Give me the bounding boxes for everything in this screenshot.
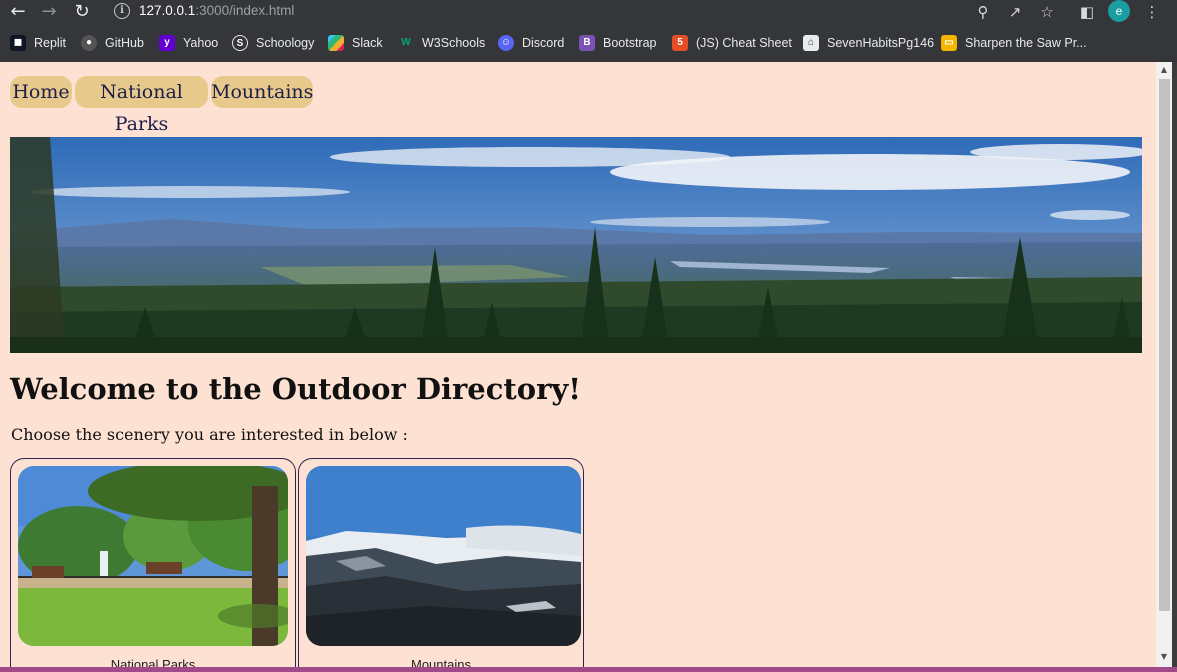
desktop-edge: [0, 667, 1177, 672]
site-info-icon[interactable]: i: [114, 3, 130, 19]
url-text[interactable]: 127.0.0.1:3000/index.html: [139, 3, 294, 18]
page-viewport: Home National Parks Mountains Welcome to…: [0, 62, 1156, 667]
scroll-thumb[interactable]: [1159, 79, 1170, 611]
bookmark-replit[interactable]: ◼ Replit: [10, 34, 66, 52]
bookmark-label: Yahoo: [183, 36, 219, 50]
intro-text: Choose the scenery you are interested in…: [11, 425, 408, 444]
nav-home-button[interactable]: Home: [10, 76, 72, 108]
bookmark-label: Slack: [352, 36, 383, 50]
bookmark-label: Replit: [34, 36, 66, 50]
bookmark-discord[interactable]: ☺ Discord: [498, 34, 564, 52]
scroll-up-arrow-icon[interactable]: ▲: [1160, 66, 1168, 74]
bookmark-sevenhabits[interactable]: ⌂ SevenHabitsPg146: [803, 34, 934, 52]
side-panel-icon[interactable]: ◧: [1076, 2, 1098, 22]
html5-icon: 5: [672, 35, 688, 51]
bookmark-label: (JS) Cheat Sheet: [696, 36, 792, 50]
page-title: Welcome to the Outdoor Directory!: [10, 372, 581, 406]
bookmark-slack[interactable]: Slack: [328, 34, 383, 52]
bookmark-js-cheat-sheet[interactable]: 5 (JS) Cheat Sheet: [672, 34, 792, 52]
window-edge: [1172, 62, 1177, 672]
card-label-mountains: Mountains: [411, 657, 471, 667]
bookmark-label: SevenHabitsPg146: [827, 36, 935, 50]
nav-mountains-button[interactable]: Mountains: [211, 76, 313, 108]
bookmark-label: Sharpen the Saw Pr...: [965, 36, 1087, 50]
bookmark-yahoo[interactable]: y Yahoo: [159, 34, 218, 52]
card-mountains[interactable]: Mountains: [298, 458, 584, 667]
bookmark-label: Schoology: [256, 36, 315, 50]
forward-arrow-icon[interactable]: →: [38, 2, 60, 22]
bookmarks-bar: ◼ Replit ● GitHub y Yahoo S Schoology Slack …: [0, 25, 1177, 62]
park-image: [18, 466, 288, 646]
slack-icon: [328, 35, 344, 51]
bookmark-label: W3Schools: [422, 36, 486, 50]
bookmark-schoology[interactable]: S Schoology: [232, 34, 314, 52]
bookmark-w3schools[interactable]: W W3Schools: [398, 34, 485, 52]
page-scrollbar[interactable]: ▲ ▼: [1156, 62, 1172, 667]
card-national-parks[interactable]: National Parks: [10, 458, 296, 667]
schoology-icon: S: [232, 35, 248, 51]
url-path: :3000/index.html: [195, 3, 295, 18]
browser-toolbar: ← → ↻ i 127.0.0.1:3000/index.html ⚲ ↗ ☆ …: [0, 0, 1177, 25]
url-host: 127.0.0.1: [139, 3, 196, 18]
address-bar[interactable]: i 127.0.0.1:3000/index.html: [104, 0, 1154, 24]
bootstrap-icon: B: [579, 35, 595, 51]
scroll-down-arrow-icon[interactable]: ▼: [1160, 653, 1168, 661]
bookmark-star-icon[interactable]: ☆: [1036, 2, 1058, 22]
bookmark-sharpen-the-saw[interactable]: ▭ Sharpen the Saw Pr...: [941, 34, 1087, 52]
reload-icon[interactable]: ↻: [71, 2, 93, 22]
back-arrow-icon[interactable]: ←: [7, 2, 29, 22]
bookmark-label: GitHub: [105, 36, 144, 50]
zoom-icon[interactable]: ⚲: [972, 2, 994, 22]
library-icon: ⌂: [803, 35, 819, 51]
yahoo-icon: y: [159, 35, 175, 51]
discord-icon: ☺: [498, 35, 514, 51]
menu-kebab-icon[interactable]: ⋮: [1141, 2, 1163, 22]
github-icon: ●: [81, 35, 97, 51]
card-label-national-parks: National Parks: [110, 657, 196, 667]
bookmark-github[interactable]: ● GitHub: [81, 34, 144, 52]
bookmark-bootstrap[interactable]: B Bootstrap: [579, 34, 657, 52]
bookmark-label: Bootstrap: [603, 36, 657, 50]
mountain-image: [306, 466, 581, 646]
banner-image: [10, 137, 1142, 353]
w3schools-icon: W: [401, 37, 411, 48]
share-icon[interactable]: ↗: [1004, 2, 1026, 22]
replit-icon: ◼: [10, 35, 26, 51]
bookmark-label: Discord: [522, 36, 565, 50]
nav-national-parks-button[interactable]: National Parks: [75, 76, 208, 135]
profile-avatar[interactable]: e: [1108, 0, 1130, 22]
slides-icon: ▭: [941, 35, 957, 51]
